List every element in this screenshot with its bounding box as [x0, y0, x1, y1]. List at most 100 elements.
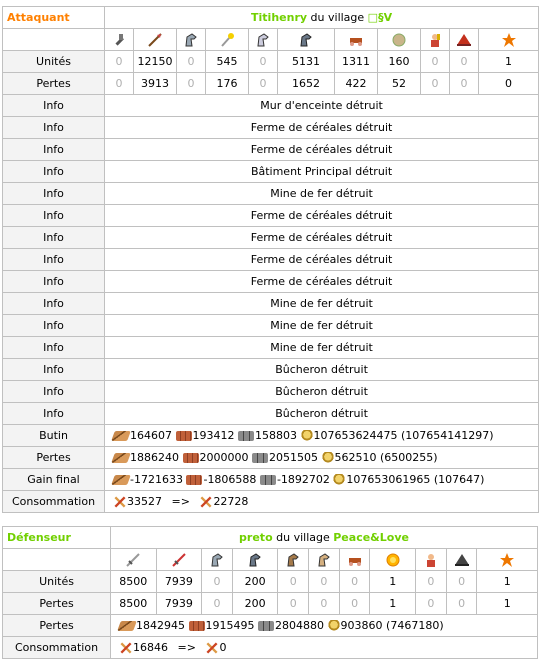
def-loss-count: 0 [445, 592, 478, 615]
info-label: Info [2, 204, 105, 227]
att-unit-count: 0 [420, 50, 450, 73]
info-row: Info Mine de fer détruit [2, 314, 540, 337]
bounty-clay: 193412 [192, 429, 235, 442]
unit-icon-ram [334, 28, 378, 51]
defender-icons-empty [1, 548, 112, 571]
info-text: Mine de fer détruit [103, 292, 540, 315]
iron-icon [259, 475, 276, 485]
unit-icon-clubswinger [104, 28, 134, 51]
info-label: Info [2, 226, 105, 249]
crop-consumption-icon [114, 496, 126, 507]
unit-icon-sword [110, 548, 157, 571]
info-row: Info Mine de fer détruit [2, 182, 540, 205]
att-unit-count: 160 [377, 50, 421, 73]
defender-player-link[interactable]: preto [239, 531, 273, 544]
def-unit-count: 0 [338, 570, 371, 593]
attacker-consumption-row: Consommation 33527 => 22728 [2, 490, 540, 513]
final-values: -1721633 -1806588 -1892702 107653061965 … [103, 468, 540, 491]
crop-consumption-icon [200, 496, 212, 507]
consumption-before: 33527 [127, 494, 162, 508]
info-row: Info Ferme de céréales détruit [2, 270, 540, 293]
info-text: Ferme de céréales détruit [103, 226, 540, 249]
info-label: Info [2, 116, 105, 139]
unit-icon-hero [477, 28, 540, 51]
info-text: Bûcheron détruit [103, 358, 540, 381]
def-unit-count: 7939 [155, 570, 203, 593]
final-clay: -1806588 [203, 473, 257, 486]
bounty-wood: 164607 [130, 429, 172, 442]
att-loss-count: 0 [104, 72, 134, 95]
info-row: Info Mine de fer détruit [2, 292, 540, 315]
info-text: Mur d'enceinte détruit [103, 94, 540, 117]
attacker-final-row: Gain final -1721633 -1806588 -1892702 10… [2, 468, 540, 491]
loss-wood: 1886240 [130, 451, 179, 464]
defender-village-link[interactable]: Peace&Love [333, 531, 409, 544]
att-loss-count: 52 [377, 72, 421, 95]
def-loss-count: 0 [338, 592, 371, 615]
att-loss-count: 1652 [277, 72, 335, 95]
info-row: Info Mine de fer détruit [2, 336, 540, 359]
def-loss-total: (7467180) [386, 619, 444, 632]
def-loss-count: 0 [308, 592, 340, 615]
final-total: (107647) [433, 473, 485, 486]
attacker-losses-label: Pertes [2, 72, 105, 95]
defender-losses-row: Pertes 8500 7939 0 200 0 0 0 1 0 0 1 [1, 592, 538, 615]
final-crop: 107653061965 [346, 473, 431, 486]
def-unit-count: 1 [369, 570, 417, 593]
info-text: Bâtiment Principal détruit [103, 160, 540, 183]
def-unit-count: 0 [201, 570, 233, 593]
def-unit-count: 8500 [110, 570, 157, 593]
crop-icon [321, 452, 334, 464]
attacker-report-table: Attaquant Titihenry du village □§V Unité… [2, 6, 540, 513]
attacker-icons-row [2, 28, 540, 51]
attacker-info-rows: Info Mur d'enceinte détruit Info Ferme de c… [2, 94, 540, 425]
def-unit-count: 0 [308, 570, 340, 593]
unit-icon-ram [338, 548, 371, 571]
def-consumption-before: 16846 [133, 640, 169, 654]
att-unit-count: 0 [248, 50, 278, 73]
attacker-loss-resources-row: Pertes 1886240 2000000 2051505 562510 (6… [2, 446, 540, 469]
final-wood: -1721633 [130, 473, 183, 486]
def-unit-count: 1 [476, 570, 538, 593]
att-loss-count: 422 [334, 72, 378, 95]
att-unit-count: 0 [104, 50, 134, 73]
wood-icon [111, 431, 131, 441]
bounty-label: Butin [2, 424, 105, 447]
info-text: Ferme de céréales détruit [103, 270, 540, 293]
info-row: Info Ferme de céréales détruit [2, 138, 540, 161]
info-row: Info Bûcheron détruit [2, 380, 540, 403]
info-text: Ferme de céréales détruit [103, 116, 540, 139]
info-text: Bûcheron détruit [103, 402, 540, 425]
unit-icon-horse-c [277, 548, 310, 571]
defender-village-text: du village [276, 531, 330, 544]
unit-icon-chief [415, 548, 447, 571]
defender-losses-label: Pertes [1, 592, 112, 615]
wood-icon [111, 475, 131, 485]
defender-loss-resources-row: Pertes 1842945 1915495 2804880 903860 (7… [1, 614, 538, 637]
info-label: Info [2, 160, 105, 183]
bounty-total: (107654141297) [400, 429, 494, 442]
unit-icon-horse-2 [248, 28, 278, 51]
attacker-village-link[interactable]: □§V [368, 11, 392, 24]
loss-res-values: 1886240 2000000 2051505 562510 (6500255) [103, 446, 540, 469]
info-text: Mine de fer détruit [103, 182, 540, 205]
clay-icon [182, 453, 199, 463]
attacker-player-link[interactable]: Titihenry [251, 11, 307, 24]
final-label: Gain final [2, 468, 105, 491]
loss-iron: 2051505 [269, 451, 318, 464]
def-unit-count: 0 [277, 570, 310, 593]
def-unit-count: 0 [415, 570, 447, 593]
defender-units-label: Unités [1, 570, 112, 593]
attacker-header-row: Attaquant Titihenry du village □§V [2, 6, 540, 29]
def-loss-count: 200 [231, 592, 279, 615]
unit-icon-horse-d [308, 548, 340, 571]
def-loss-count: 0 [415, 592, 447, 615]
consumption-arrow: => [171, 494, 190, 508]
consumption-values: 33527 => 22728 [103, 490, 540, 513]
crop-icon [333, 474, 346, 486]
info-label: Info [2, 402, 105, 425]
info-text: Mine de fer détruit [103, 336, 540, 359]
info-label: Info [2, 314, 105, 337]
att-loss-count: 3913 [133, 72, 177, 95]
def-loss-res-values: 1842945 1915495 2804880 903860 (7467180) [110, 614, 538, 637]
